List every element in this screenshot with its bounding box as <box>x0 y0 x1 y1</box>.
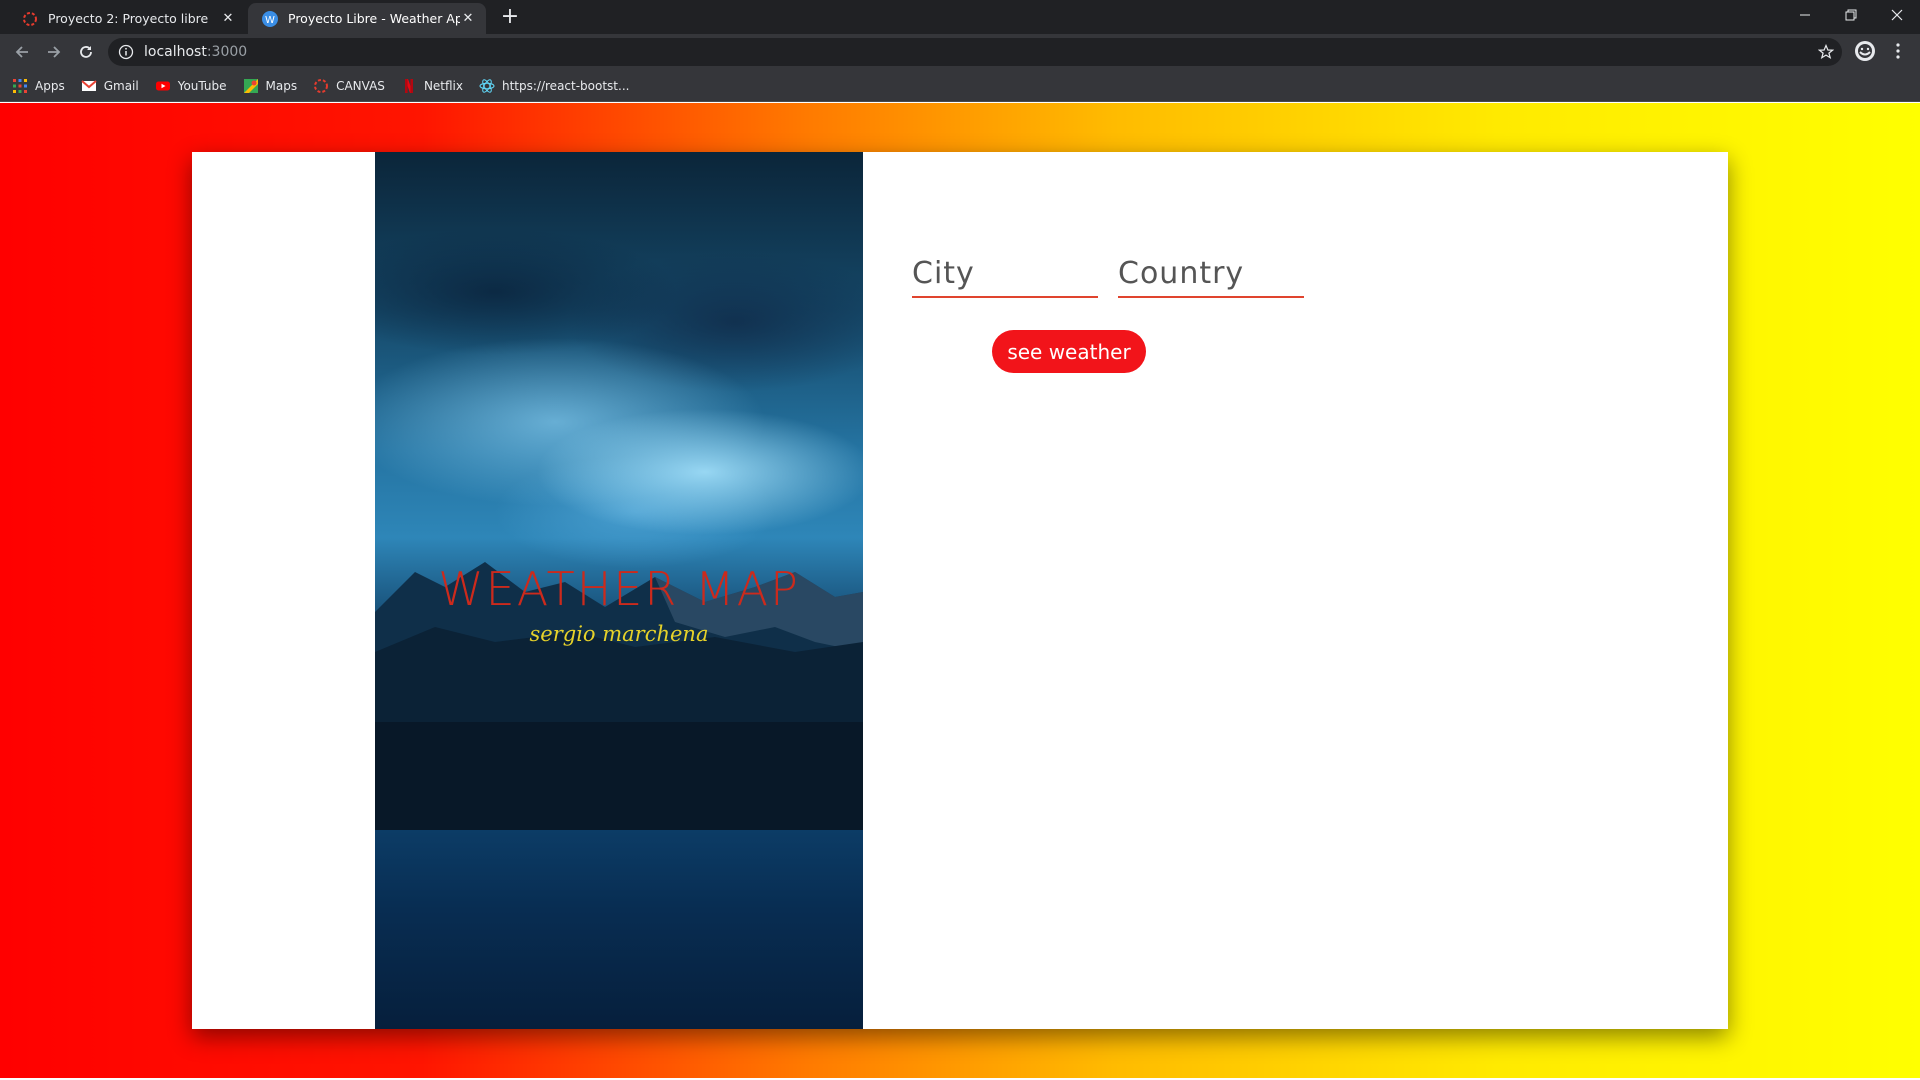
tab-strip: Proyecto 2: Proyecto libre ✕ W Proyecto … <box>0 0 1920 34</box>
youtube-icon <box>155 81 170 90</box>
country-field <box>1118 250 1304 298</box>
apps-grid-icon <box>13 78 27 93</box>
gmail-icon <box>81 79 97 91</box>
browser-toolbar: localhost :3000 <box>0 34 1920 70</box>
close-window-icon[interactable] <box>1874 0 1920 30</box>
canvas-icon <box>23 11 37 26</box>
bookmark-netflix[interactable]: Netflix <box>401 78 463 94</box>
bookmarks-bar: Apps Gmail YouTube Maps CANVAS Netflix h… <box>0 70 1920 102</box>
city-input[interactable] <box>912 250 1098 296</box>
bookmark-label: CANVAS <box>336 78 385 93</box>
back-icon[interactable] <box>10 40 34 64</box>
weather-form: see weather <box>912 152 1728 1029</box>
reload-icon[interactable] <box>74 40 98 64</box>
canvas-icon <box>314 78 329 93</box>
city-field <box>912 250 1098 298</box>
country-input[interactable] <box>1118 250 1304 296</box>
new-tab-button[interactable]: + <box>498 6 522 30</box>
netflix-icon <box>404 78 413 93</box>
bookmark-canvas[interactable]: CANVAS <box>313 78 385 94</box>
bookmark-label: Gmail <box>103 78 139 93</box>
weather-card: WEATHER MAP sergio marchena see weather <box>192 152 1728 1029</box>
tab-weather-app[interactable]: W Proyecto Libre - Weather App ✕ <box>248 3 486 34</box>
bookmark-label: Maps <box>265 78 298 93</box>
url-host: localhost <box>144 44 207 60</box>
see-weather-button[interactable]: see weather <box>992 330 1146 373</box>
author-name: sergio marchena <box>529 622 709 646</box>
bookmark-youtube[interactable]: YouTube <box>155 78 227 94</box>
browser-menu-icon[interactable] <box>1890 42 1906 60</box>
svg-text:W: W <box>265 15 275 26</box>
profile-avatar-icon[interactable] <box>1854 40 1876 62</box>
tab-proyecto-libre[interactable]: Proyecto 2: Proyecto libre ✕ <box>8 3 246 34</box>
restore-icon[interactable] <box>1828 0 1874 30</box>
bookmark-label: https://react-bootst... <box>502 78 630 93</box>
weather-app-icon: W <box>262 10 278 27</box>
bookmark-label: Apps <box>35 78 65 93</box>
react-bootstrap-icon <box>479 78 495 93</box>
app-title: WEATHER MAP <box>438 562 800 616</box>
tab-title: Proyecto 2: Proyecto libre <box>48 11 209 26</box>
site-info-icon[interactable] <box>118 44 134 60</box>
minimize-icon[interactable] <box>1782 0 1828 30</box>
close-tab-icon[interactable]: ✕ <box>220 11 236 27</box>
bookmark-apps[interactable]: Apps <box>12 78 65 94</box>
tab-title: Proyecto Libre - Weather App <box>288 11 460 26</box>
bookmark-label: Netflix <box>423 78 463 93</box>
bookmark-react-bootstrap[interactable]: https://react-bootst... <box>479 78 629 94</box>
bookmark-label: YouTube <box>177 78 227 93</box>
lake-water <box>375 830 863 1029</box>
page-background: WEATHER MAP sergio marchena see weather <box>0 103 1920 1078</box>
bookmark-star-icon[interactable] <box>1818 44 1834 60</box>
bookmark-maps[interactable]: Maps <box>243 78 298 94</box>
bookmark-gmail[interactable]: Gmail <box>81 78 139 94</box>
address-bar[interactable]: localhost :3000 <box>108 38 1842 66</box>
maps-icon <box>243 78 258 93</box>
forward-icon[interactable] <box>42 40 66 64</box>
close-tab-icon[interactable]: ✕ <box>460 11 476 27</box>
hero-panel: WEATHER MAP sergio marchena <box>375 152 863 1029</box>
url-port: :3000 <box>206 44 248 60</box>
